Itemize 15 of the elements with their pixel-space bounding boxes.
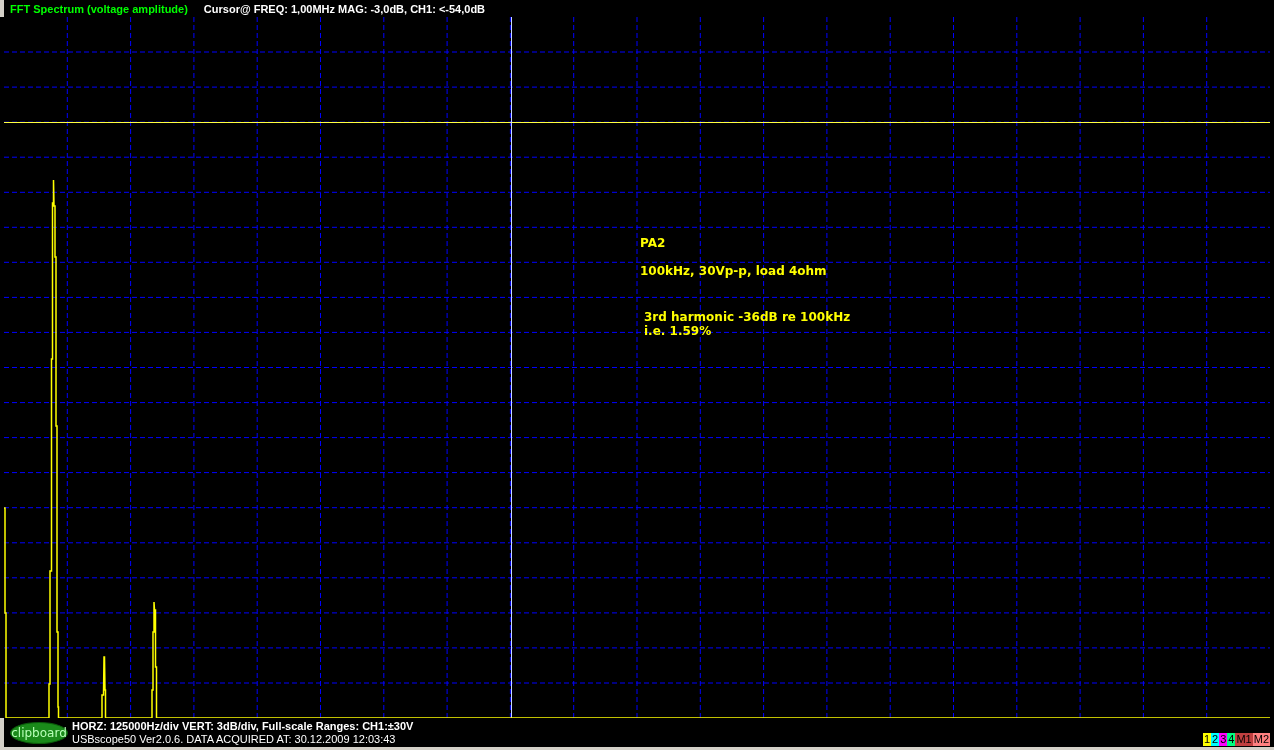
clipboard-button[interactable]: clipboard [10, 721, 68, 744]
channel-toggle[interactable]: 3 [1219, 733, 1228, 746]
annotation-text: 3rd harmonic -36dB re 100kHz [644, 310, 851, 324]
channel-toggle[interactable]: M1 [1235, 733, 1253, 746]
horizontal-cursor-line[interactable] [4, 122, 1270, 123]
channel-toggle[interactable]: 2 [1211, 733, 1220, 746]
vertical-cursor-line[interactable] [511, 17, 512, 718]
channel-toggle[interactable]: 1 [1202, 733, 1212, 746]
cursor-readout: Cursor@ FREQ: 1,00MHz MAG: -3,0dB, CH1: <-54,0dB [203, 2, 486, 15]
status-line: USBscope50 Ver2.0.6. DATA ACQUIRED AT: 30.12.2009 12:03:43 [72, 732, 397, 746]
channel-toggle[interactable]: 4 [1227, 733, 1236, 746]
settings-line: HORZ: 125000Hz/div VERT: 3dB/div, Full-scale Ranges: CH1:±30V [72, 719, 414, 733]
annotation-text: 100kHz, 30Vp-p, load 4ohm [640, 264, 827, 278]
chart-title: FFT Spectrum (voltage amplitude) [10, 2, 188, 15]
annotation-text: PA2 [640, 236, 666, 250]
